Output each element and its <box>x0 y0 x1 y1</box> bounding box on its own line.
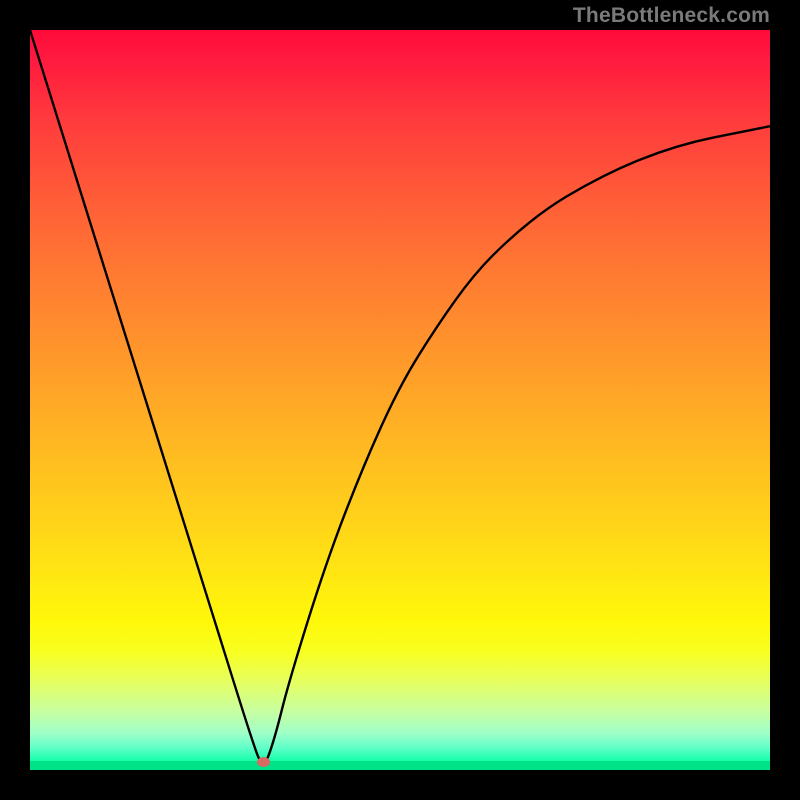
bottleneck-curve <box>30 30 770 763</box>
plot-area <box>30 30 770 770</box>
chart-frame: TheBottleneck.com <box>0 0 800 800</box>
curve-layer <box>30 30 770 770</box>
minimum-marker <box>257 757 270 767</box>
watermark-text: TheBottleneck.com <box>573 4 770 28</box>
